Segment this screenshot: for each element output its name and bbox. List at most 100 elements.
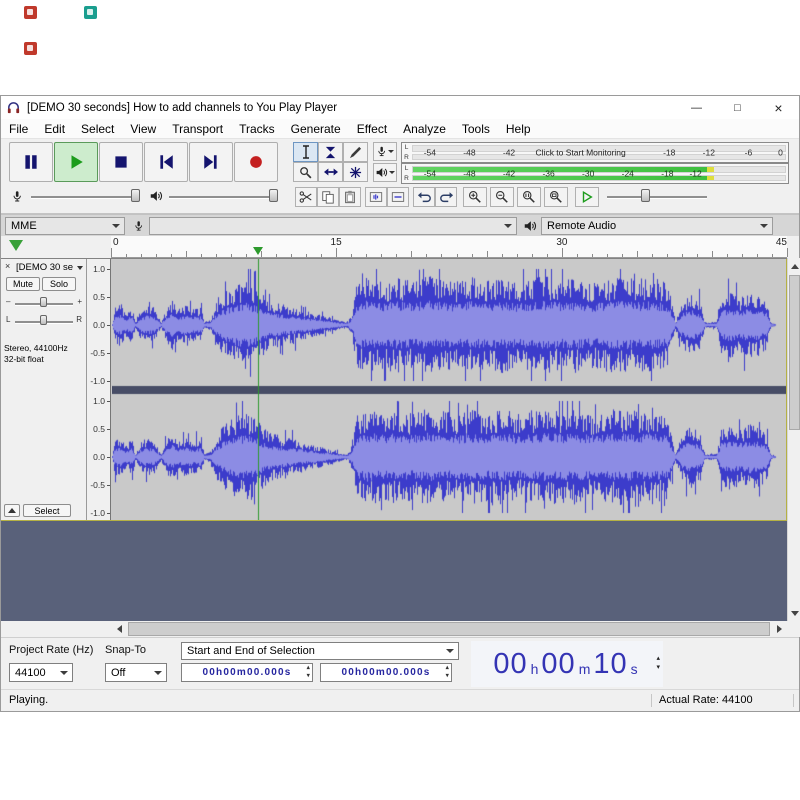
scroll-up-button[interactable] [788,258,800,274]
redo-icon [439,190,454,204]
menu-analyze[interactable]: Analyze [395,120,454,138]
track-close-button[interactable]: × [5,261,10,271]
slider-thumb[interactable] [641,189,650,202]
menu-help[interactable]: Help [498,120,539,138]
recording-meter[interactable]: L R Click to Start Monitoring -54-48-42-… [401,142,789,163]
mute-button[interactable]: Mute [6,277,40,291]
spinner-icon[interactable]: ▴▾ [656,654,660,672]
horizontal-scrollbar[interactable] [1,621,787,637]
selection-end-field[interactable]: 00h00m00.000s ▴▾ [320,663,452,682]
paste-button[interactable] [339,187,361,207]
redo-button[interactable] [435,187,457,207]
undo-button[interactable] [413,187,435,207]
menu-file[interactable]: File [1,120,36,138]
zoom-tool-button[interactable] [293,162,318,182]
arrow-right-icon [777,625,782,633]
silence-audio-button[interactable] [387,187,409,207]
spinner-icon[interactable]: ▴▾ [307,664,311,680]
draw-tool-button[interactable] [343,142,368,162]
track-title[interactable]: [DEMO 30 se [16,262,76,273]
maximize-button[interactable]: □ [717,96,758,119]
close-button[interactable]: × [758,96,799,119]
timeline-tick [126,254,127,258]
zoom-out-button[interactable] [490,187,514,207]
vertical-scroll-thumb[interactable] [789,275,800,430]
menu-tracks[interactable]: Tracks [231,120,283,138]
amplitude-ruler[interactable]: 1.00.50.0-0.5-1.01.00.50.0-0.5-1.0 [87,259,111,521]
spinner-icon[interactable]: ▴▾ [446,664,450,680]
recording-volume-slider[interactable] [29,187,141,205]
track-select-button[interactable]: Select [23,504,71,517]
menu-effect[interactable]: Effect [349,120,395,138]
copy-button[interactable] [317,187,339,207]
timeline-tick [562,248,563,257]
record-meter-button[interactable] [373,142,397,161]
selection-start-field[interactable]: 00h00m00.000s ▴▾ [181,663,313,682]
snap-to-select[interactable]: Off [105,663,167,682]
timeline-tick [111,248,112,257]
gain-max-label: + [77,297,82,306]
minimize-button[interactable]: — [676,96,717,119]
track-collapse-button[interactable] [4,504,20,517]
horizontal-scroll-thumb[interactable] [128,622,770,636]
position-hours: 00 [493,648,527,681]
timeline-tick [757,254,758,258]
waveform-canvas[interactable] [112,259,787,521]
pan-slider[interactable]: L R [6,314,82,328]
menu-select[interactable]: Select [73,120,122,138]
timeline-tick [532,254,533,258]
monitoring-message[interactable]: Click to Start Monitoring [536,147,626,157]
meter-db-label: -30 [582,168,594,178]
audio-host-select[interactable]: MME [5,217,125,235]
zoom-in-button[interactable] [463,187,487,207]
multi-tool-button[interactable] [343,162,368,182]
play-at-speed-button[interactable] [575,187,599,207]
envelope-tool-button[interactable] [318,142,343,162]
cut-button[interactable] [295,187,317,207]
slider-thumb[interactable] [131,189,140,202]
track-menu-icon[interactable] [77,266,83,270]
menu-tools[interactable]: Tools [454,120,498,138]
zoom-selection-button[interactable] [517,187,541,207]
skip-to-start-button[interactable] [144,142,188,182]
vertical-scrollbar[interactable] [787,258,800,621]
play-meter-button[interactable] [373,163,397,182]
trim-audio-button[interactable] [365,187,387,207]
timeline-ruler[interactable]: 0153045 [111,236,787,258]
scroll-down-button[interactable] [788,605,800,621]
stop-button[interactable] [99,142,143,182]
timeline-tick [607,254,608,258]
toolbar-region: L R Click to Start Monitoring -54-48-42-… [1,139,799,214]
record-button[interactable] [234,142,278,182]
zoom-fit-button[interactable] [544,187,568,207]
menu-edit[interactable]: Edit [36,120,73,138]
menu-transport[interactable]: Transport [164,120,231,138]
selection-mode-select[interactable]: Start and End of Selection [181,642,459,660]
timeline-label: 15 [331,237,342,248]
menu-view[interactable]: View [122,120,164,138]
playback-device-select[interactable]: Remote Audio [541,217,773,235]
playback-volume-slider[interactable] [167,187,279,205]
play-button[interactable] [54,142,98,182]
solo-button[interactable]: Solo [42,277,76,291]
scroll-right-button[interactable] [771,621,787,637]
skip-to-end-button[interactable] [189,142,233,182]
timeshift-tool-button[interactable] [318,162,343,182]
pinned-play-head-button[interactable] [9,240,23,251]
slider-thumb[interactable] [40,315,47,325]
slider-thumb[interactable] [40,297,47,307]
undo-icon [417,190,432,204]
scroll-left-button[interactable] [111,621,127,637]
playback-meter[interactable]: L R -54-48-42-36-30-24-18-12 [401,163,789,184]
titlebar: [DEMO 30 seconds] How to add channels to… [1,96,799,119]
audio-position-display[interactable]: 00 h 00 m 10 s ▴▾ [471,641,663,687]
project-rate-select[interactable]: 44100 [9,663,73,682]
timeline-tick [201,254,202,258]
play-speed-slider[interactable] [605,187,709,205]
gain-slider[interactable]: – + [6,296,82,310]
menu-generate[interactable]: Generate [283,120,349,138]
selection-tool-button[interactable] [293,142,318,162]
recording-device-select[interactable] [149,217,517,235]
slider-thumb[interactable] [269,189,278,202]
pause-button[interactable] [9,142,53,182]
